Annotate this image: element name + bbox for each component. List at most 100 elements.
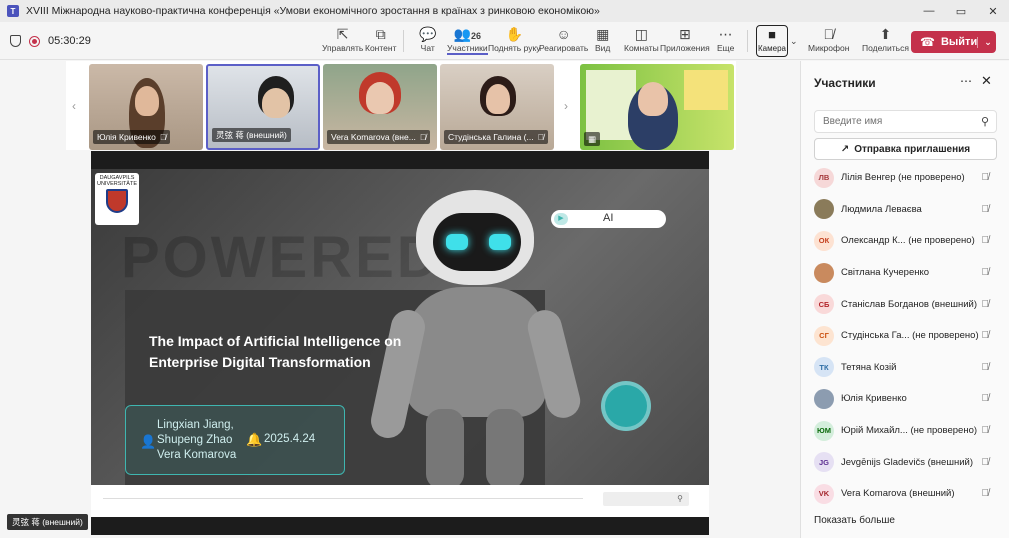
mic-off-icon: 🎙̸ <box>981 456 990 468</box>
rooms-button[interactable]: ◫ Комнаты <box>624 25 659 57</box>
camera-icon: ■ <box>768 27 776 42</box>
play-icon: ▶ <box>554 213 568 225</box>
apps-button[interactable]: ⊞ Приложения <box>660 25 710 57</box>
share-content-button[interactable]: ⧉ Контент <box>365 25 397 57</box>
participant-row[interactable]: ОК Олександр К... (не проверено) 🎙̸ <box>801 225 1009 257</box>
video-tile-name: ▦ <box>584 132 601 146</box>
share-content-label: Контент <box>365 43 397 53</box>
participant-row[interactable]: Юлія Кривенко 🎙̸ <box>801 383 1009 415</box>
author-name: Lingxian Jiang, <box>157 419 234 431</box>
mic-off-icon: 🎙̸ <box>981 393 990 405</box>
video-tile[interactable]: 灵弦 蒋 (внешний) <box>206 64 320 150</box>
view-icon: ▦ <box>596 26 610 42</box>
avatar: VK <box>814 483 834 504</box>
chat-button[interactable]: 💬 Чат <box>419 25 436 57</box>
participant-search[interactable]: ⚲ <box>814 110 997 133</box>
show-more-link[interactable]: Показать больше <box>814 515 895 526</box>
participant-row[interactable]: JG Jevgēnijs Gladevičs (внешний) 🎙̸ <box>801 446 1009 478</box>
share-button[interactable]: ⬆ Поделиться <box>862 25 909 57</box>
chevron-right-icon[interactable]: › <box>564 99 568 113</box>
video-tile[interactable]: Vera Komarova (вне... 🎙̸ <box>323 64 437 150</box>
participants-button[interactable]: 👥26 Участники <box>447 25 488 57</box>
mic-off-icon: 🎙̸ <box>981 235 990 247</box>
slide-title: The Impact of Artificial Intelligence on… <box>149 333 402 370</box>
mic-off-icon: 🎙̸ <box>981 425 990 437</box>
qr-icon: ▦ <box>588 134 597 144</box>
window-title: XVIII Міжнародна науково-практична конфе… <box>26 5 600 17</box>
tile-name-text: Юлія Кривенко <box>97 132 156 142</box>
close-window-button[interactable]: ✕ <box>977 5 1009 18</box>
share-content-icon: ⧉ <box>375 26 386 42</box>
raise-hand-label: Поднять руку <box>488 43 541 53</box>
more-icon: ⋯ <box>718 26 733 42</box>
control-icon: ⇱ <box>336 26 349 42</box>
microphone-button[interactable]: 🎙̸ Микрофон <box>808 25 849 57</box>
participant-row[interactable]: ЮМ Юрій Михайл... (не проверено) 🎙̸ <box>801 415 1009 447</box>
teal-circle-decoration <box>601 381 651 431</box>
mic-off-icon: 🎙̸ <box>981 203 990 215</box>
toolbar-divider <box>403 30 404 52</box>
bell-icon: 🔔 <box>246 432 263 447</box>
robot-eye <box>446 234 468 250</box>
meeting-timer: 05:30:29 <box>48 35 91 47</box>
participant-name: Станіслав Богданов (внешний) <box>841 298 977 310</box>
video-tile[interactable]: Студінська Галина (... 🎙̸ <box>440 64 554 150</box>
logo-text: DAUGAVPILS UNIVERSITĀTE <box>96 175 138 187</box>
participant-row[interactable]: ТК Тетяна Козій 🎙̸ <box>801 352 1009 384</box>
leave-button[interactable]: ☎ Выйти ⌄ <box>911 31 996 53</box>
search-input[interactable] <box>823 116 973 127</box>
mic-off-icon: 🎙̸ <box>419 132 427 142</box>
video-tile-name: Юлія Кривенко 🎙̸ <box>93 130 171 144</box>
participant-row[interactable]: VK Vera Komarova (внешний) 🎙̸ <box>801 478 1009 510</box>
participant-face <box>366 82 394 114</box>
raise-hand-button[interactable]: ✋ Поднять руку <box>488 25 541 57</box>
close-icon[interactable]: ✕ <box>981 73 992 89</box>
react-label: Реагировать <box>539 43 589 53</box>
mic-off-icon: 🎙̸ <box>981 267 990 279</box>
camera-options-button[interactable]: ⌄ <box>790 32 798 64</box>
control-button[interactable]: ⇱ Управлять <box>322 25 363 57</box>
maximize-button[interactable]: ▭ <box>945 5 977 18</box>
author-name: Shupeng Zhao <box>157 434 233 446</box>
participant-name: Студінська Га... (не проверено) <box>841 330 979 342</box>
participant-row[interactable]: Людмила Леваєва 🎙̸ <box>801 194 1009 226</box>
chevron-left-icon[interactable]: ‹ <box>72 99 76 113</box>
video-tile[interactable]: ▦ <box>580 64 734 150</box>
participant-row[interactable]: СБ Станіслав Богданов (внешний) 🎙̸ <box>801 288 1009 320</box>
meeting-toolbar: 05:30:29 ⇱ Управлять ⧉ Контент 💬 Чат 👥26… <box>0 22 1009 60</box>
teams-logo-icon: T <box>7 5 19 17</box>
participant-face <box>135 86 159 116</box>
send-invite-button[interactable]: ↗ Отправка приглашения <box>814 138 997 160</box>
video-tile-name: 灵弦 蒋 (внешний) <box>212 128 291 142</box>
chevron-down-icon[interactable]: ⌄ <box>977 36 992 48</box>
hang-up-icon: ☎ <box>920 35 935 49</box>
react-button[interactable]: ☺ Реагировать <box>539 25 588 57</box>
participant-name: Jevgēnijs Gladevičs (внешний) <box>841 456 973 468</box>
participant-row[interactable]: ЛВ Лілія Венгер (не проверено) 🎙̸ <box>801 162 1009 194</box>
avatar <box>814 388 834 409</box>
author-name: Vera Komarova <box>157 449 237 461</box>
mic-off-icon: 🎙̸ <box>981 298 990 310</box>
video-tile[interactable]: Юлія Кривенко 🎙̸ <box>89 64 203 150</box>
camera-button[interactable]: ■ Камера <box>756 25 788 57</box>
minimize-button[interactable]: — <box>913 5 945 17</box>
more-options-icon[interactable]: ⋯ <box>960 74 972 88</box>
participant-face <box>486 84 510 114</box>
avatar: ЛВ <box>814 167 834 188</box>
ai-pill-label: AI <box>603 212 614 224</box>
avatar <box>814 262 834 283</box>
participant-row[interactable]: СГ Студінська Га... (не проверено) 🎙̸ <box>801 320 1009 352</box>
shield-icon[interactable] <box>10 35 21 47</box>
meeting-status: 05:30:29 <box>10 22 91 60</box>
participants-label: Участники <box>447 43 488 55</box>
chat-label: Чат <box>420 43 435 53</box>
more-button[interactable]: ⋯ Еще <box>717 25 734 57</box>
participant-name: Тетяна Козій <box>841 361 897 373</box>
avatar: СГ <box>814 325 834 346</box>
view-button[interactable]: ▦ Вид <box>595 25 610 57</box>
participant-name: Олександр К... (не проверено) <box>841 235 975 247</box>
presentation-date: 2025.4.24 <box>264 433 316 445</box>
participant-face <box>638 82 668 116</box>
chevron-down-icon: ⌄ <box>790 36 798 46</box>
participant-row[interactable]: Світлана Кучеренко 🎙̸ <box>801 257 1009 289</box>
